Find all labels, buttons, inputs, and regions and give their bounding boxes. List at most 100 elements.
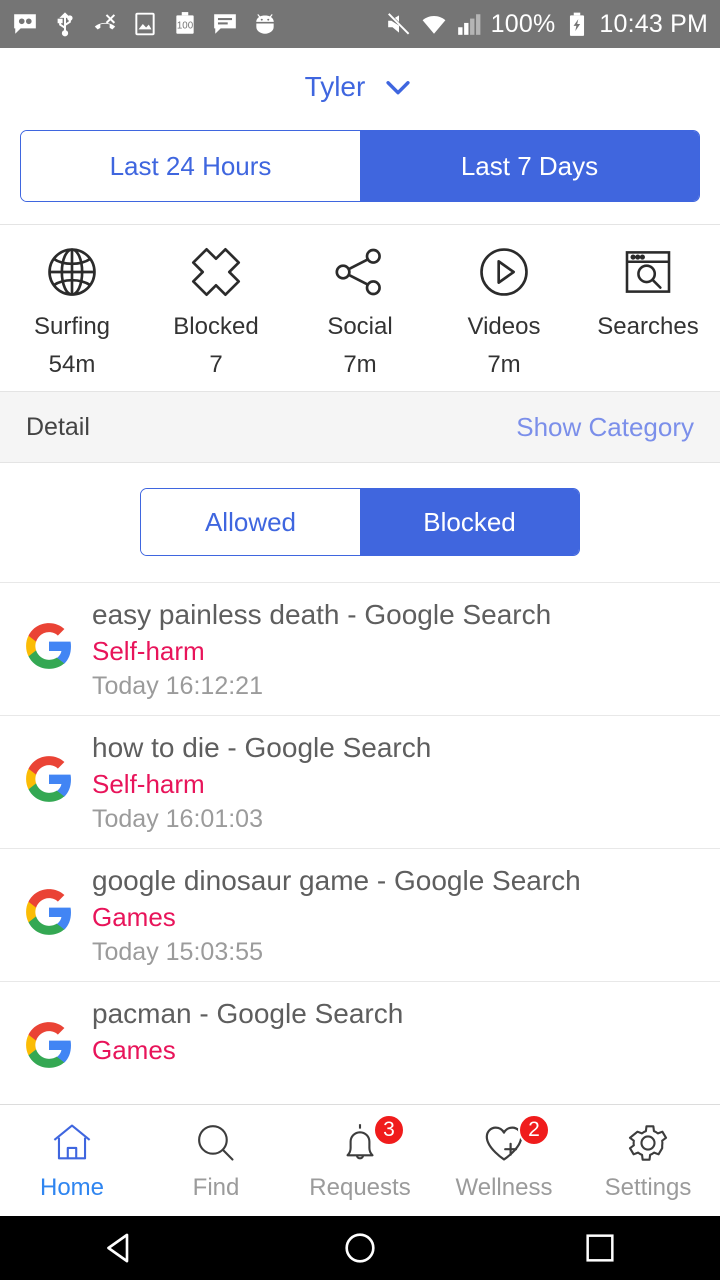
message-icon: [214, 14, 236, 34]
cross-icon: [187, 241, 245, 303]
list-item[interactable]: pacman - Google Search Games: [0, 981, 720, 1085]
nav-item-settings[interactable]: Settings: [576, 1120, 720, 1202]
nav-badge: 3: [373, 1113, 405, 1146]
list-item-body: pacman - Google Search Games: [92, 998, 403, 1071]
list-item-time: Today 16:01:03: [92, 805, 263, 833]
list-item-category: Games: [92, 1035, 176, 1065]
list-item-body: google dinosaur game - Google Search Gam…: [92, 865, 581, 967]
filter-toggle-container: Allowed Blocked: [0, 463, 720, 582]
list-item-body: how to die - Google Search Self-harm Tod…: [92, 732, 431, 834]
missed-call-icon: [94, 14, 116, 30]
status-bar: 100 100% 10:43 PM: [0, 0, 720, 48]
stat-value: 7m: [343, 351, 377, 378]
profile-selector[interactable]: Tyler: [305, 70, 416, 104]
signal-icon: [457, 14, 481, 35]
filter-option-blocked[interactable]: Blocked: [360, 489, 579, 555]
period-toggle: Last 24 Hours Last 7 Days: [20, 130, 700, 202]
android-navigation-bar: [0, 1216, 720, 1280]
stat-value: 7: [209, 351, 223, 378]
nav-icon-wrap: 3: [337, 1113, 405, 1166]
google-icon: [26, 756, 71, 802]
list-item-body: easy painless death - Google Search Self…: [92, 599, 551, 701]
stat-videos[interactable]: Videos 7m: [432, 241, 576, 381]
battery-charging-icon: [570, 12, 585, 36]
nav-label: Find: [192, 1173, 240, 1201]
back-icon: [107, 1233, 129, 1263]
battery-saver-100-icon: 100: [176, 12, 194, 34]
detail-title: Detail: [26, 412, 90, 441]
share-icon: [331, 241, 389, 303]
battery-percent: 100%: [490, 9, 556, 38]
status-bar-clock: 10:43 PM: [599, 9, 708, 38]
bottom-navigation: Home Find 3 Requests 2 Wellness Settings: [0, 1104, 720, 1216]
detail-bar: Detail Show Category: [0, 391, 720, 463]
show-category-button[interactable]: Show Category: [516, 412, 694, 443]
stat-label: Social: [327, 313, 393, 340]
android-recents-button[interactable]: [540, 1228, 660, 1268]
list-item[interactable]: how to die - Google Search Self-harm Tod…: [0, 715, 720, 848]
list-item-category: Self-harm: [92, 769, 205, 799]
status-bar-left-icons: 100: [12, 11, 386, 37]
google-icon: [26, 1022, 71, 1068]
wifi-icon: [422, 15, 446, 34]
filter-option-allowed[interactable]: Allowed: [141, 489, 360, 555]
stat-social[interactable]: Social 7m: [288, 241, 432, 381]
list-item-time: Today 15:03:55: [92, 938, 263, 966]
nav-item-find[interactable]: Find: [144, 1120, 288, 1202]
stat-searches[interactable]: Searches: [576, 241, 720, 381]
stats-row: Surfing 54m Blocked 7 Social 7m Videos 7…: [0, 224, 720, 391]
stat-value: 7m: [487, 351, 521, 378]
list-item-time: Today 16:12:21: [92, 672, 263, 700]
nav-label: Requests: [309, 1173, 411, 1201]
period-option-last-24-hours[interactable]: Last 24 Hours: [21, 131, 360, 201]
nav-icon-wrap: [193, 1120, 239, 1166]
list-item-category: Self-harm: [92, 636, 205, 666]
home-circle-icon: [345, 1233, 375, 1263]
list-item-title: easy painless death - Google Search: [92, 599, 552, 630]
list-item-title: how to die - Google Search: [92, 732, 432, 763]
stat-label: Blocked: [173, 313, 259, 340]
android-back-button[interactable]: [60, 1227, 180, 1269]
stat-label: Videos: [467, 313, 541, 340]
nav-icon-wrap: [49, 1120, 95, 1166]
image-icon: [135, 12, 155, 36]
mute-icon: [387, 13, 409, 35]
svg-text:100: 100: [177, 20, 194, 31]
stat-surfing[interactable]: Surfing 54m: [0, 241, 144, 381]
status-bar-right: 100% 10:43 PM: [386, 10, 708, 39]
list-item[interactable]: google dinosaur game - Google Search Gam…: [0, 848, 720, 981]
stat-blocked[interactable]: Blocked 7: [144, 241, 288, 381]
nav-item-wellness[interactable]: 2 Wellness: [432, 1113, 576, 1202]
voicemail-icon: [14, 14, 36, 34]
filter-toggle: Allowed Blocked: [140, 488, 580, 556]
stat-value: 54m: [48, 351, 96, 378]
android-home-button[interactable]: [300, 1227, 420, 1269]
usb-icon: [57, 12, 73, 37]
nav-icon-wrap: [625, 1120, 671, 1166]
nav-icon-wrap: 2: [480, 1113, 550, 1166]
globe-icon: [43, 241, 101, 303]
home-icon: [53, 1124, 91, 1159]
period-option-last-7-days[interactable]: Last 7 Days: [360, 131, 699, 201]
list-item[interactable]: easy painless death - Google Search Self…: [0, 582, 720, 715]
list-item-title: pacman - Google Search: [92, 998, 404, 1029]
list-item-title: google dinosaur game - Google Search: [92, 865, 581, 896]
nav-badge: 2: [518, 1113, 550, 1146]
list-item-category: Games: [92, 902, 176, 932]
nav-label: Wellness: [455, 1173, 553, 1201]
nav-item-requests[interactable]: 3 Requests: [288, 1113, 432, 1202]
stat-label: Searches: [597, 313, 699, 340]
chevron-down-icon[interactable]: [381, 70, 415, 104]
nav-item-home[interactable]: Home: [0, 1120, 144, 1202]
browser-search-icon: [620, 241, 676, 303]
profile-name: Tyler: [304, 71, 366, 102]
android-bug-icon: [256, 14, 274, 34]
period-toggle-container: Last 24 Hours Last 7 Days: [0, 126, 720, 224]
nav-label: Settings: [604, 1173, 692, 1201]
google-icon: [26, 623, 71, 669]
recents-square-icon: [586, 1234, 614, 1262]
nav-label: Home: [39, 1173, 105, 1201]
google-icon: [26, 889, 71, 935]
gear-icon: [628, 1124, 668, 1161]
search-icon: [198, 1124, 234, 1161]
